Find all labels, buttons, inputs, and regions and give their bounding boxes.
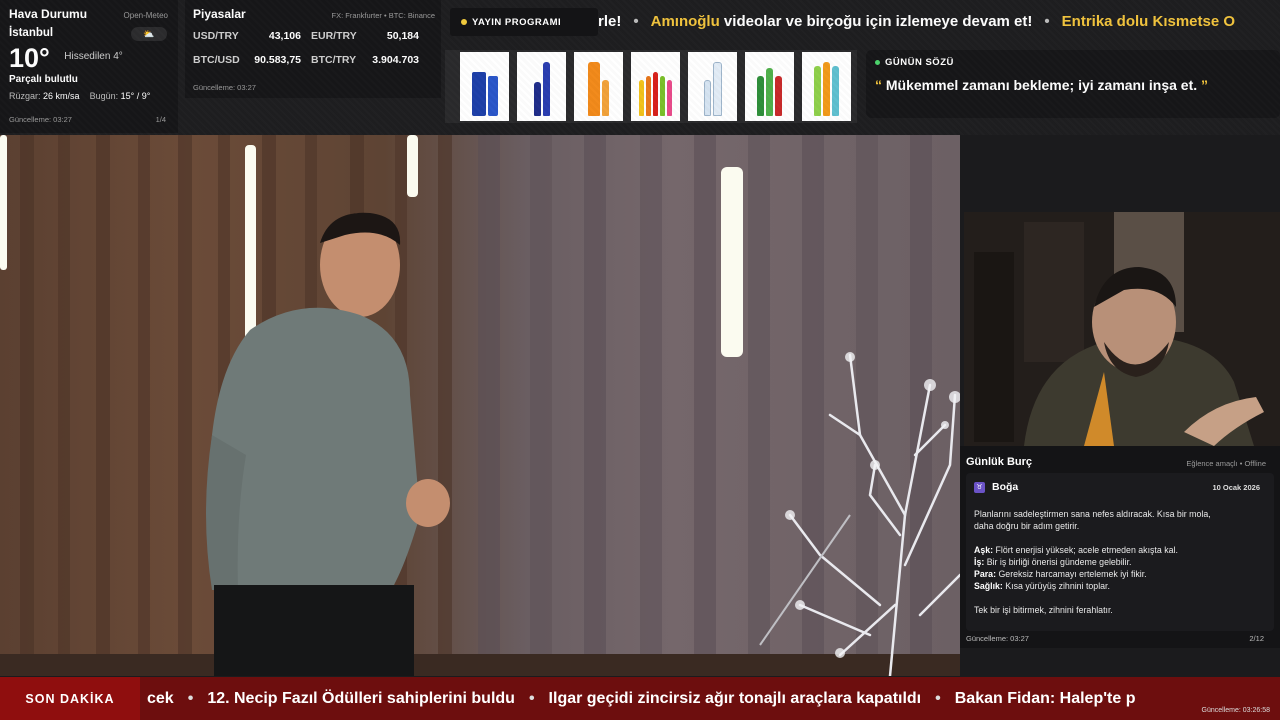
ticker-highlight: Entrika dolu Kısmetse O [1061, 13, 1236, 30]
quote-heading: GÜNÜN SÖZÜ [875, 57, 1271, 68]
market-pair: BTC/TRY [311, 54, 357, 66]
ticker-separator: • [187, 690, 194, 707]
horoscope-details: Aşk: Flört enerjisi yüksek; acele etmede… [974, 544, 1266, 592]
work-text: Bir iş birliği önerisi gündeme gelebilir… [984, 557, 1132, 567]
market-pair: BTC/USD [193, 54, 240, 66]
breaking-news-item: cek [147, 690, 174, 707]
weather-widget: Hava Durumu Open-Meteo İstanbul ⛅ 10° Hi… [0, 0, 178, 133]
quote-of-the-day: GÜNÜN SÖZÜ “ Mükemmel zamanı bekleme; iy… [866, 50, 1280, 118]
quote-close-mark: ” [1201, 77, 1209, 93]
sponsor-products-strip [445, 50, 857, 123]
webcam-feed [964, 212, 1280, 446]
breaking-news-updated: Güncelleme: 03:26:58 [1201, 707, 1271, 714]
today-value: 15° / 9° [120, 91, 151, 101]
top-ticker: rle! • Amınoğlu videolar ve birçoğu için i… [598, 8, 1280, 36]
horoscope-summary-line: Planlarını sadeleştirmen sana nefes aldı… [974, 509, 1211, 519]
daily-horoscope-widget: Günlük Burç Eğlence amaçlı • Offline ♉ B… [960, 446, 1280, 648]
market-rate: BTC/USD 90.583,75 [193, 54, 311, 66]
breaking-news-ticker: cek • 12. Necip Fazıl Ödülleri sahiplerini… [147, 677, 1135, 720]
market-rate: BTC/TRY 3.904.703 [311, 54, 429, 66]
product-bottle-image [745, 52, 794, 121]
quote-text: “ Mükemmel zamanı bekleme; iyi zamanı in… [875, 77, 1271, 93]
product-can-image [460, 52, 509, 121]
quote-heading-label: GÜNÜN SÖZÜ [885, 57, 954, 68]
horoscope-card: ♉ Boğa 10 Ocak 2026 Planlarını sadeleşti… [966, 473, 1274, 631]
horoscope-sign-label: Boğa [992, 481, 1019, 493]
weather-source: Open-Meteo [123, 11, 168, 20]
ticker-separator: • [1044, 13, 1050, 30]
person-figure [206, 212, 450, 676]
weather-temperature: 10° [9, 43, 50, 73]
weather-page-indicator: 1/4 [155, 115, 166, 124]
ticker-separator: • [633, 13, 639, 30]
horoscope-page-indicator: 2/12 [1249, 634, 1264, 643]
weather-condition: Parçalı bulutlu [9, 74, 78, 85]
wind-value: 26 km/sa [43, 91, 80, 101]
breaking-news-bar: SON DAKİKA cek • 12. Necip Fazıl Ödülleri … [0, 677, 1280, 720]
breaking-news-item: Bakan Fidan: Halep'te p [954, 690, 1136, 707]
ticker-text: videolar ve birçoğu için izlemeye devam … [719, 13, 1033, 30]
main-video [0, 135, 960, 676]
schedule-label: YAYIN PROGRAMI [472, 16, 562, 28]
health-label: Sağlık: [974, 581, 1003, 591]
product-bottle-image [517, 52, 566, 121]
markets-updated: Güncelleme: 03:27 [193, 83, 256, 92]
market-pair: USD/TRY [193, 30, 239, 42]
horoscope-money: Para: Gereksiz harcamayı ertelemek iyi f… [974, 568, 1266, 580]
market-value: 90.583,75 [254, 54, 301, 66]
breaking-news-item: 12. Necip Fazıl Ödülleri sahiplerini bul… [207, 690, 515, 707]
horoscope-summary-line: daha doğru bir adım getirir. [974, 521, 1080, 531]
love-label: Aşk: [974, 545, 994, 555]
weather-feels-like: Hissedilen 4° [64, 51, 123, 62]
markets-source: FX: Frankfurter • BTC: Binance [331, 11, 436, 20]
horoscope-date: 10 Ocak 2026 [1212, 483, 1260, 492]
product-bottle-image [631, 52, 680, 121]
ticker-separator: • [935, 690, 941, 707]
product-bottle-image [802, 52, 851, 121]
webcam-scene [964, 212, 1280, 446]
video-scene [0, 135, 960, 676]
market-rate: USD/TRY 43,106 [193, 30, 311, 42]
market-pair: EUR/TRY [311, 30, 357, 42]
today-label: Bugün: [89, 91, 119, 101]
health-text: Kısa yürüyüş zihnini toplar. [1002, 581, 1110, 591]
love-text: Flört enerjisi yüksek; acele etmeden akı… [993, 545, 1178, 555]
horoscope-work: İş: Bir iş birliği önerisi gündeme geleb… [974, 556, 1266, 568]
markets-widget: Piyasalar FX: Frankfurter • BTC: Binance… [185, 0, 441, 98]
markets-grid: USD/TRY 43,106 EUR/TRY 50,184 BTC/USD 90… [193, 30, 433, 66]
ticker-highlight: Amınoğlu [650, 13, 720, 30]
status-dot-icon [875, 60, 880, 65]
horoscope-updated: Güncelleme: 03:27 [966, 634, 1029, 643]
breaking-news-label: SON DAKİKA [0, 677, 140, 720]
ticker-text: rle! [598, 13, 622, 30]
product-bottle-image [574, 52, 623, 121]
taurus-icon: ♉ [974, 481, 985, 493]
horoscope-health: Sağlık: Kısa yürüyüş zihnini toplar. [974, 580, 1266, 592]
horoscope-closing: Tek bir işi bitirmek, zihnini ferahlatır… [974, 605, 1113, 615]
horoscope-body: Planlarını sadeleştirmen sana nefes aldı… [974, 508, 1266, 616]
quote-body: Mükemmel zamanı bekleme; iyi zamanı inşa… [885, 77, 1198, 93]
schedule-button[interactable]: YAYIN PROGRAMI [450, 8, 598, 36]
product-bottle-image [688, 52, 737, 121]
partly-cloudy-icon: ⛅ [131, 27, 167, 41]
market-value: 3.904.703 [372, 54, 419, 66]
money-text: Gereksiz harcamayı ertelemek iyi fikir. [996, 569, 1147, 579]
horoscope-love: Aşk: Flört enerjisi yüksek; acele etmede… [974, 544, 1266, 556]
quote-open-mark: “ [875, 77, 882, 93]
top-bar: Hava Durumu Open-Meteo İstanbul ⛅ 10° Hi… [0, 0, 1280, 135]
live-dot-icon [461, 19, 467, 25]
horoscope-note: Eğlence amaçlı • Offline [1186, 459, 1266, 468]
breaking-news-item: Ilgar geçidi zincirsiz ağır tonajlı araç… [548, 690, 922, 707]
market-rate: EUR/TRY 50,184 [311, 30, 429, 42]
ticker-separator: • [528, 690, 535, 707]
money-label: Para: [974, 569, 997, 579]
weather-details: Rüzgar: 26 km/sa Bugün: 15° / 9° [9, 91, 169, 101]
work-label: İş: [974, 557, 985, 567]
horoscope-summary: Planlarını sadeleştirmen sana nefes aldı… [974, 508, 1266, 532]
wind-label: Rüzgar: [9, 91, 41, 101]
weather-updated: Güncelleme: 03:27 [9, 115, 72, 124]
market-value: 50,184 [386, 30, 419, 42]
market-value: 43,106 [268, 30, 301, 42]
